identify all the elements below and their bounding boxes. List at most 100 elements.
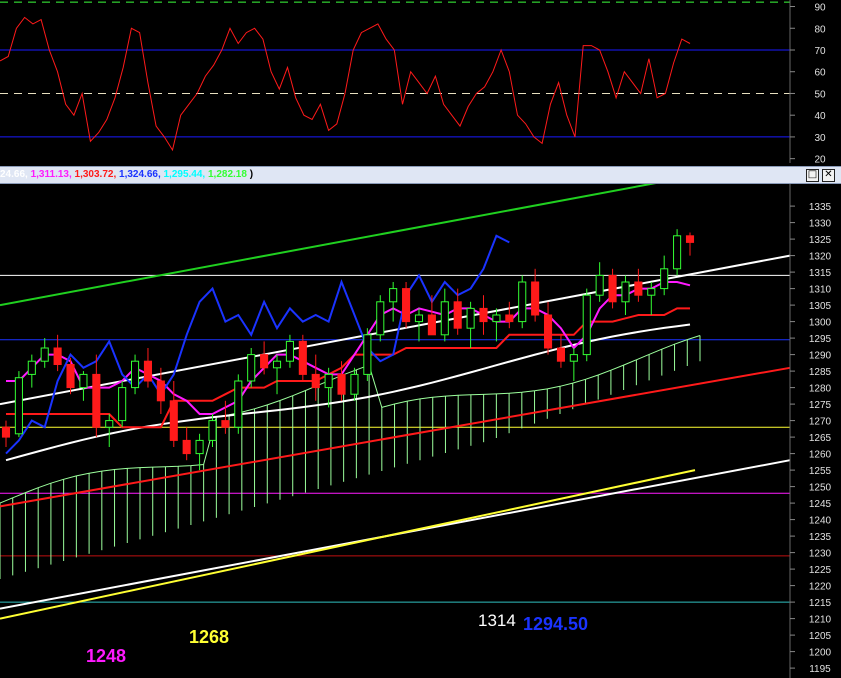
price-tick-label: 1255 [809,466,832,477]
candle-body [169,400,178,441]
price-tick-label: 1270 [809,417,832,428]
annotation-1314: 1314 [478,611,516,630]
candle-body [479,307,488,323]
candle-body [40,347,49,362]
candle-body [505,314,514,323]
price-tick-label: 1260 [809,450,832,461]
candle-body [27,360,36,375]
oscillator-tick-label: 20 [814,155,826,166]
annotation-1268: 1268 [189,627,229,647]
candle-body [66,364,75,389]
candle-body [79,373,88,389]
oscillator-panel: 20 30 40 50 60 70 80 90 [0,0,826,166]
chikou-span-line [5,234,510,455]
candle-body [131,360,140,389]
candle-body [14,377,23,435]
price-tick-label: 1200 [809,648,832,659]
candle-body [389,288,398,303]
candle-body [363,334,372,375]
indicator-legend-bar: 24.66, 1,311.13, 1,303.72, 1,324.66, 1,2… [0,166,841,184]
upper-channel-line [0,182,657,307]
oscillator-axis-ticks: 20 30 40 50 60 70 80 90 [790,3,826,166]
yellow-trendline [0,469,696,620]
candle-body [492,314,501,323]
candle-body [105,420,114,428]
candle-body [337,373,346,395]
price-tick-label: 1220 [809,582,832,593]
candle-body [569,354,578,362]
price-tick-label: 1250 [809,483,832,494]
candle-body [453,301,462,329]
candle-body [556,347,565,362]
price-tick-label: 1325 [809,235,832,246]
oscillator-tick-label: 70 [814,46,826,57]
candle-body [298,340,307,375]
price-tick-label: 1320 [809,252,832,263]
candle-body [414,314,424,323]
candle-body [53,347,62,365]
candle-body [660,268,669,290]
price-tick-label: 1240 [809,516,832,527]
price-tick-label: 1230 [809,549,832,560]
price-tick-label: 1225 [809,565,832,576]
price-tick-label: 1280 [809,384,832,395]
price-tick-label: 1285 [809,367,832,378]
price-panel: 1195 1200 1205 1210 1215 1220 1225 1230 1235 1240… [0,182,832,678]
candle-body [582,294,591,356]
legend-value-0: 24.66, [0,169,31,180]
price-tick-label: 1210 [809,615,832,626]
candle-body [311,373,320,389]
candle-body [221,420,230,428]
legend-value-6: ) [246,169,254,180]
price-tick-label: 1195 [809,664,831,675]
candle-body [182,439,191,455]
candle-body [543,314,553,349]
legend-value-1: 1,311.13, [30,169,75,180]
candle-body [324,373,333,389]
candle-body [440,301,449,336]
price-tick-label: 1295 [809,334,832,345]
oscillator-tick-label: 90 [814,3,826,14]
price-tick-label: 1300 [809,318,832,329]
candle-body [531,281,540,316]
candle-body [208,420,217,441]
candle-body [1,426,11,438]
price-tick-label: 1205 [809,631,832,642]
price-tick-label: 1290 [809,351,832,362]
candle-body [285,340,294,362]
candle-body [518,281,527,323]
price-tick-label: 1335 [809,202,832,213]
candle-body [634,281,643,296]
candle-body [260,354,269,369]
candle-body [376,301,385,336]
price-axis-ticks: 1195 1200 1205 1210 1215 1220 1225 1230 1235 1240… [790,202,832,675]
candle-body [234,380,243,428]
legend-value-2: 1,303.72, [74,169,120,180]
price-tick-label: 1310 [809,285,832,296]
candle-body [143,360,153,382]
price-tick-label: 1305 [809,301,832,312]
annotation-1248: 1248 [86,646,126,666]
price-tick-label: 1245 [809,499,832,510]
price-tick-label: 1265 [809,433,832,444]
legend-value-3: 1,324.66, [119,169,164,180]
price-tick-label: 1275 [809,400,832,411]
oscillator-tick-label: 40 [814,111,826,122]
candle-body [427,314,436,336]
candle-body [595,274,604,296]
price-tick-label: 1215 [809,598,832,609]
chart-canvas: 20 30 40 50 60 70 80 90 1195 1200 1205 1210 1215 122… [0,0,832,678]
oscillator-tick-label: 30 [814,133,826,144]
oscillator-background [0,0,790,163]
close-icon[interactable]: ✕ [822,169,835,182]
candle-body [402,288,411,323]
candle-body [685,235,695,243]
restore-icon[interactable]: □ [806,169,819,182]
candle-body [350,373,359,395]
candle-body [118,387,127,422]
candle-body [92,373,101,428]
legend-value-4: 1,295.44, [163,169,208,180]
oscillator-tick-label: 50 [814,89,826,100]
candle-body [247,354,256,382]
price-tick-label: 1330 [809,219,832,230]
